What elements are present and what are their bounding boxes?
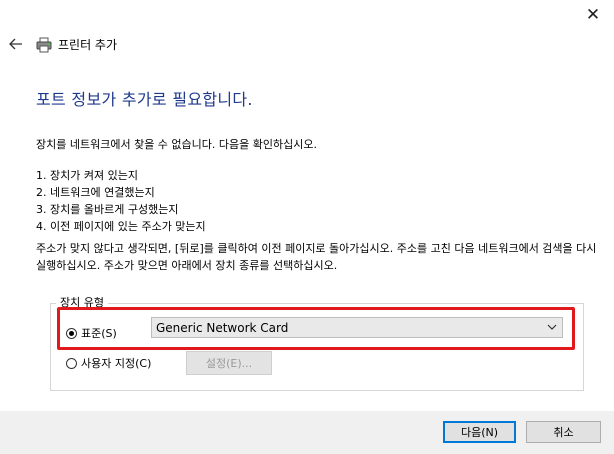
next-button[interactable]: 다음(N)	[443, 421, 516, 443]
printer-icon	[36, 37, 52, 53]
custom-radio-label: 사용자 지정(C)	[81, 357, 152, 370]
custom-radio[interactable]: 사용자 지정(C)	[66, 355, 151, 371]
footer-bar	[0, 411, 614, 454]
page-title: 포트 정보가 추가로 필요합니다.	[36, 90, 253, 109]
close-button[interactable]: ✕	[578, 2, 608, 28]
checklist-item: 2. 네트워크에 연결했는지	[36, 186, 155, 199]
note-text: 주소가 맞지 않다고 생각되면, [뒤로]를 클릭하여 이전 페이지로 돌아가십…	[36, 242, 597, 272]
checklist: 1. 장치가 켜져 있는지 2. 네트워크에 연결했는지 3. 장치를 올바르게 구성…	[36, 167, 206, 235]
checklist-item: 4. 이전 페이지에 있는 주소가 맞는지	[36, 220, 206, 233]
radio-unchecked-icon	[66, 357, 77, 369]
highlight-box	[57, 307, 575, 350]
close-icon: ✕	[585, 5, 601, 25]
cancel-button[interactable]: 취소	[526, 421, 601, 443]
checklist-item: 1. 장치가 켜져 있는지	[36, 169, 138, 182]
checklist-item: 3. 장치를 올바르게 구성했는지	[36, 203, 179, 216]
window-title: 프린터 추가	[58, 38, 118, 52]
back-button[interactable]	[6, 34, 26, 54]
description-text: 장치를 네트워크에서 찾을 수 없습니다. 다음을 확인하십시오.	[36, 138, 317, 151]
settings-button[interactable]: 설정(E)...	[186, 351, 272, 375]
back-arrow-icon	[9, 38, 22, 50]
